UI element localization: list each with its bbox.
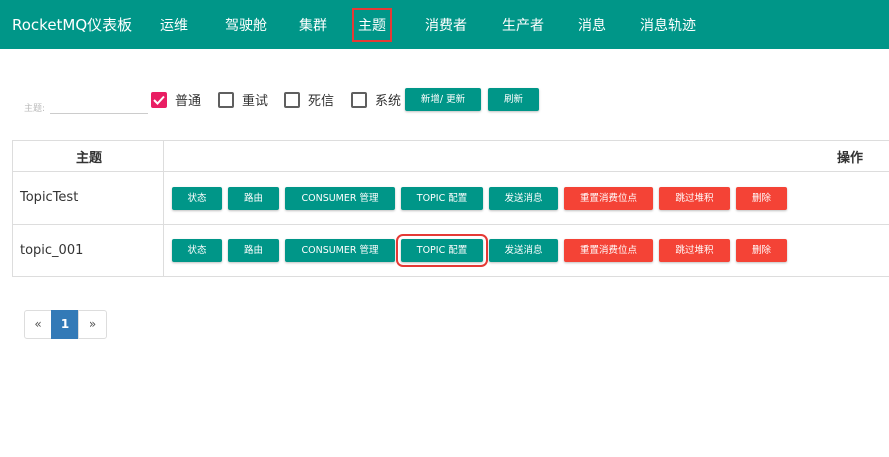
topic-config-button[interactable]: TOPIC 配置 [401, 187, 483, 210]
nav-item-producer[interactable]: 生产者 [502, 15, 544, 35]
checkmark-icon [153, 95, 165, 105]
reset-offset-button[interactable]: 重置消费位点 [564, 239, 653, 262]
skip-accumulate-button[interactable]: 跳过堆积 [659, 239, 730, 262]
checkbox-retry-box[interactable] [218, 91, 234, 108]
checkbox-dlq-box[interactable] [284, 91, 300, 108]
status-button[interactable]: 状态 [172, 239, 222, 262]
topic-filter-label: 主题: [24, 104, 46, 114]
nav-item-consumer[interactable]: 消费者 [425, 15, 467, 35]
checkbox-system-box[interactable] [351, 91, 367, 108]
topic-filter-input[interactable] [50, 97, 148, 114]
nav-item-ops[interactable]: 运维 [160, 15, 188, 35]
add-update-button[interactable]: 新增/ 更新 [405, 88, 481, 111]
pagination-page-1[interactable]: 1 [51, 310, 79, 339]
table-column-divider [163, 140, 164, 277]
table-row-divider [12, 224, 889, 225]
delete-button[interactable]: 删除 [736, 187, 787, 210]
checkbox-retry[interactable]: 重试 [218, 91, 269, 109]
send-message-button[interactable]: 发送消息 [489, 239, 558, 262]
checkbox-system-label: 系统 [375, 94, 402, 109]
table-header-divider [12, 171, 889, 172]
route-button[interactable]: 路由 [228, 239, 279, 262]
app-brand[interactable]: RocketMQ仪表板 [12, 14, 132, 35]
route-button[interactable]: 路由 [228, 187, 279, 210]
nav-item-topic[interactable]: 主题 [352, 8, 392, 42]
checkbox-system[interactable]: 系统 [351, 91, 402, 109]
reset-offset-button[interactable]: 重置消费位点 [564, 187, 653, 210]
nav-item-dashboard[interactable]: 驾驶舱 [225, 15, 267, 35]
topic-config-button[interactable]: TOPIC 配置 [396, 234, 488, 267]
consumer-manage-button[interactable]: CONSUMER 管理 [285, 187, 395, 210]
pagination-prev[interactable]: « [24, 310, 52, 339]
checkbox-normal-box[interactable] [151, 91, 167, 108]
status-button[interactable]: 状态 [172, 187, 222, 210]
delete-button[interactable]: 删除 [736, 239, 787, 262]
topic-name: TopicTest [20, 190, 79, 205]
nav-item-cluster[interactable]: 集群 [299, 15, 327, 35]
consumer-manage-button[interactable]: CONSUMER 管理 [285, 239, 395, 262]
topic-name: topic_001 [20, 243, 84, 258]
skip-accumulate-button[interactable]: 跳过堆积 [659, 187, 730, 210]
send-message-button[interactable]: 发送消息 [489, 187, 558, 210]
nav-item-message-trace[interactable]: 消息轨迹 [640, 15, 696, 35]
nav-item-message[interactable]: 消息 [578, 15, 606, 35]
pagination-next[interactable]: » [78, 310, 107, 339]
refresh-button[interactable]: 刷新 [488, 88, 539, 111]
checkbox-dlq-label: 死信 [308, 94, 335, 109]
checkbox-normal[interactable]: 普通 [151, 91, 202, 109]
checkbox-normal-label: 普通 [175, 94, 202, 109]
table-header-topic: 主题 [76, 151, 103, 166]
table-header-actions: 操作 [837, 151, 864, 166]
checkbox-dlq[interactable]: 死信 [284, 91, 335, 109]
checkbox-retry-label: 重试 [242, 94, 269, 109]
top-navbar: RocketMQ仪表板 运维 驾驶舱 集群 主题 消费者 生产者 消息 消息轨迹 [0, 0, 889, 49]
